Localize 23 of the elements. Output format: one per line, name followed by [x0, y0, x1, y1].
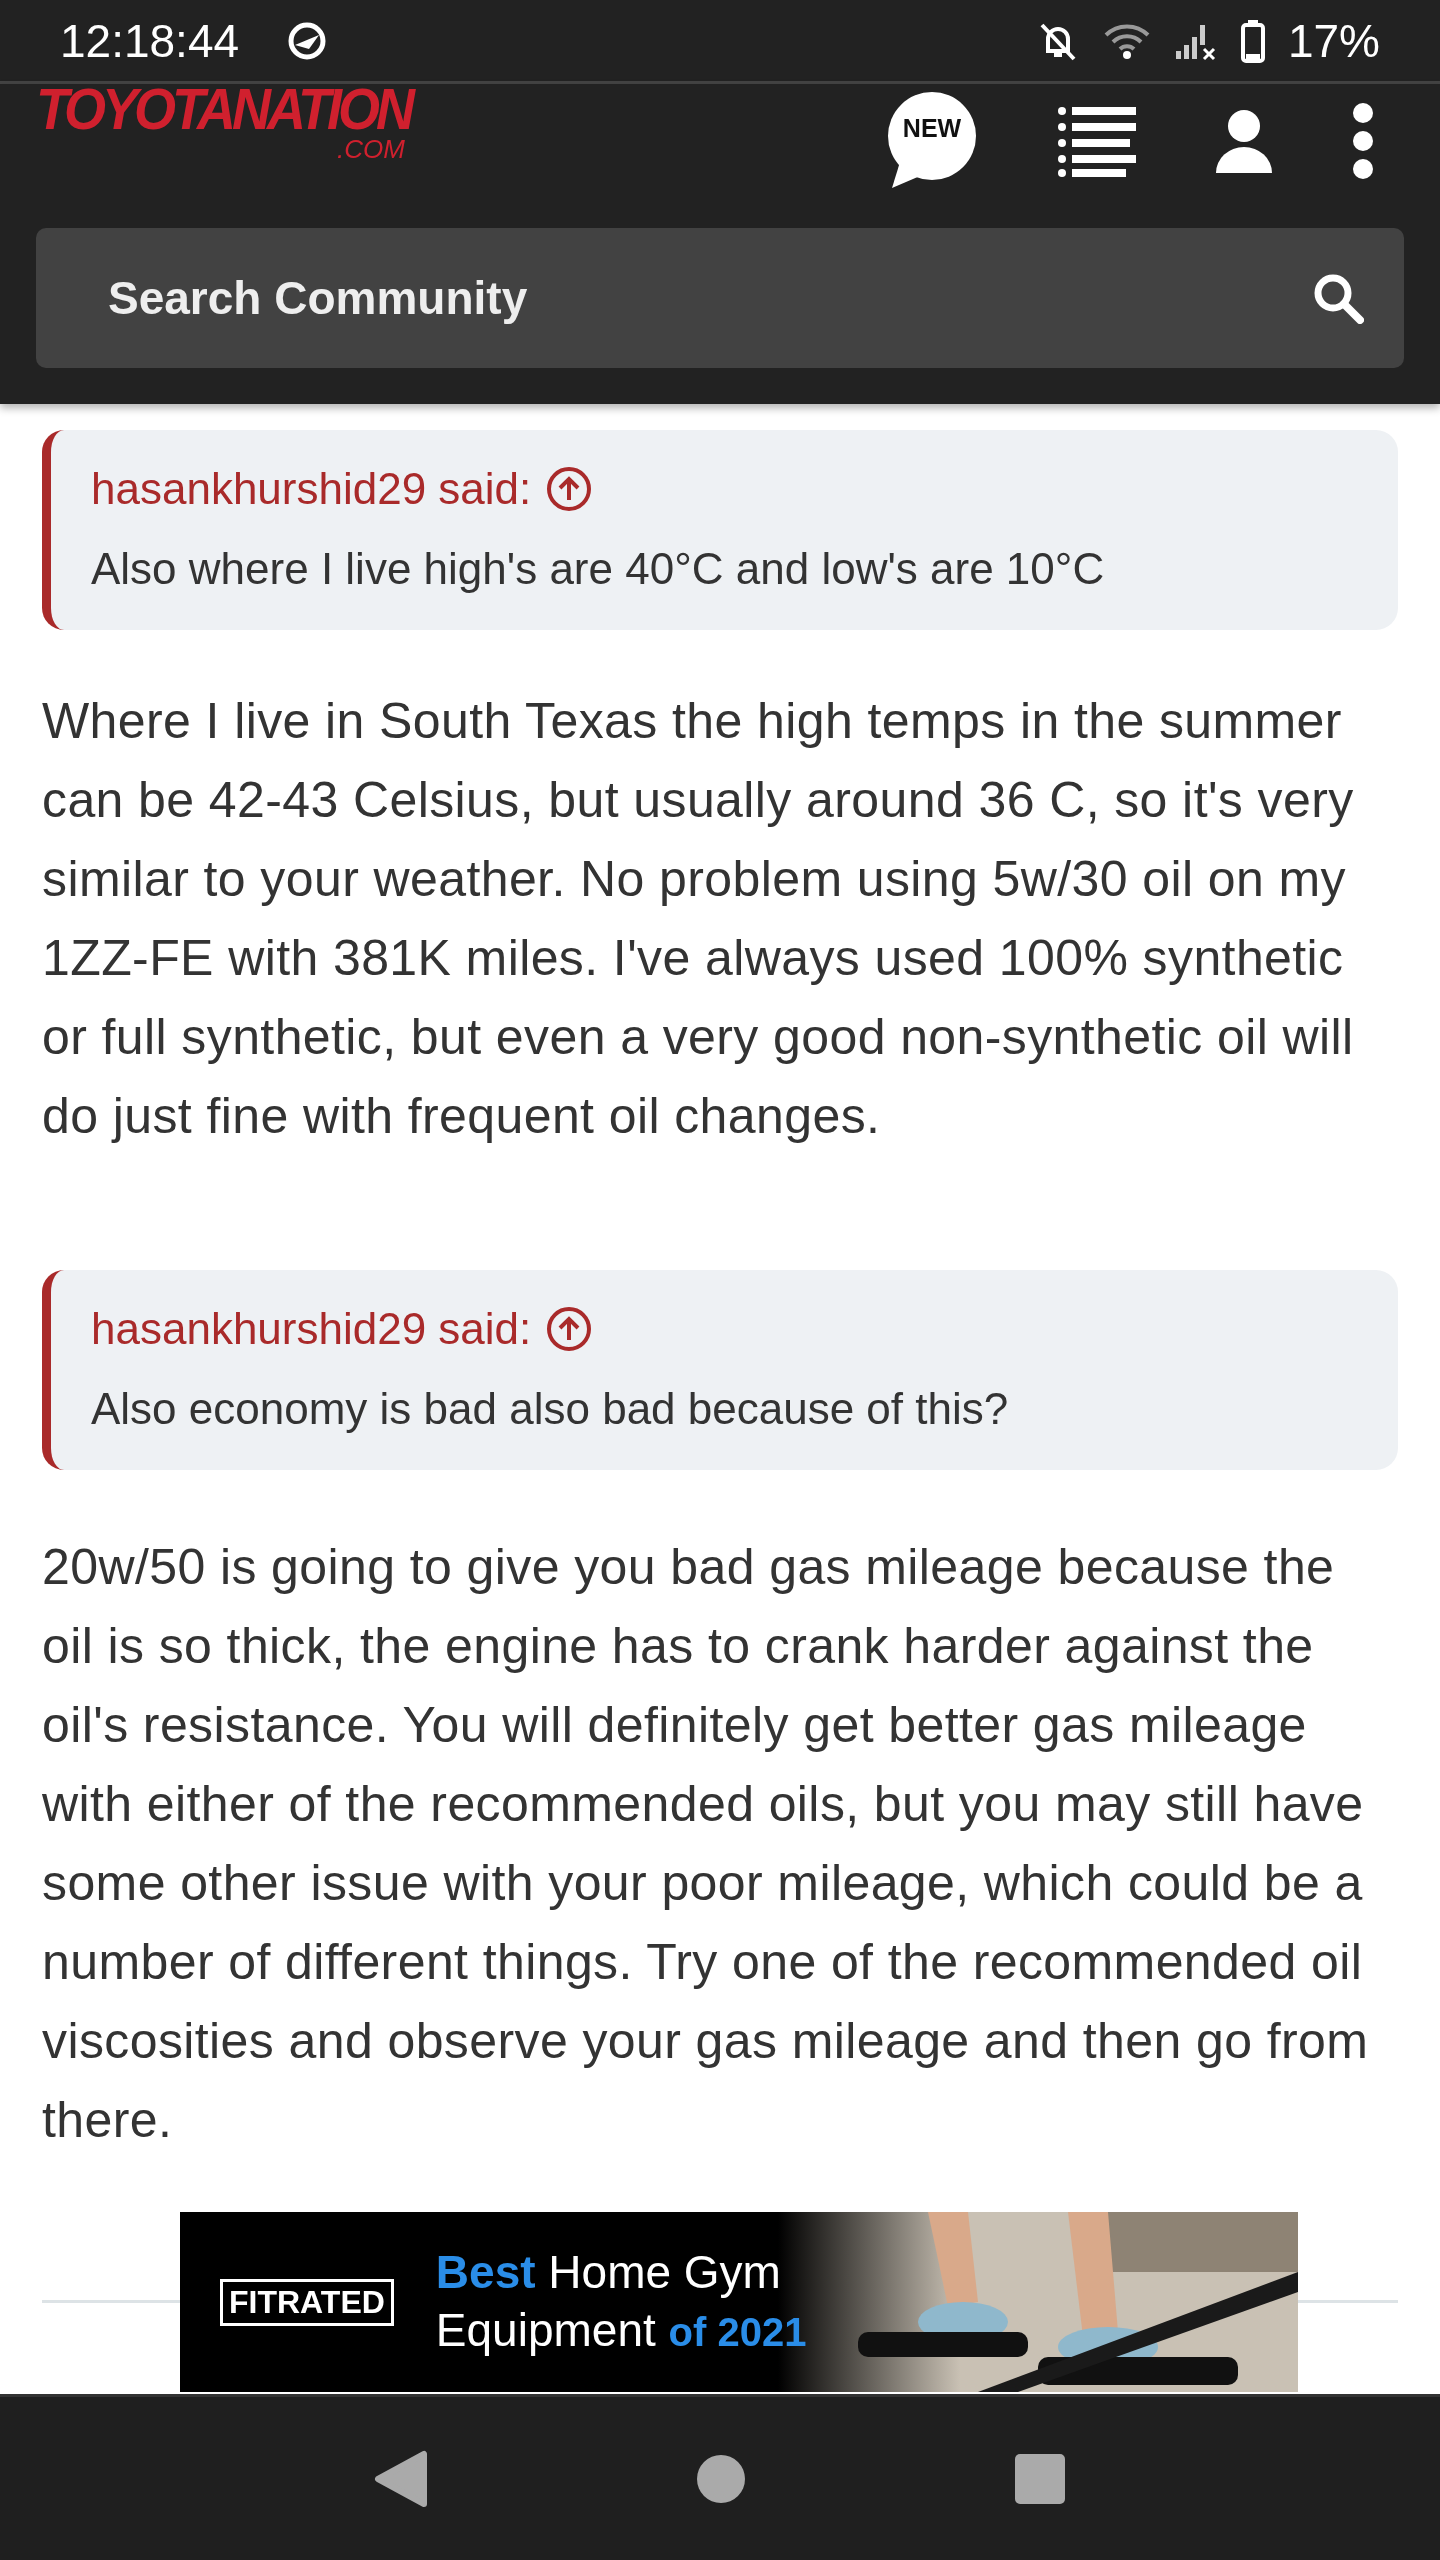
- quote-text: Also economy is bad also bad because of this?: [91, 1384, 1010, 1434]
- back-icon[interactable]: [374, 2449, 428, 2508]
- more-options-icon[interactable]: [1352, 102, 1374, 180]
- quote-author[interactable]: hasankhurshid29 said:: [91, 464, 532, 514]
- home-icon[interactable]: [696, 2453, 746, 2504]
- sync-icon: [287, 20, 328, 61]
- quote-author[interactable]: hasankhurshid29 said:: [91, 1304, 532, 1354]
- battery-icon: [1239, 18, 1266, 63]
- battery-percent: 17%: [1287, 13, 1380, 68]
- brand-logo: FITRATED: [220, 2278, 394, 2326]
- post-text: Where I live in South Texas the high temps in the summer can be 42-43 Celsius, but usually around 36 C, so it's very similar to your weather. No problem using 5w/30 oil on my 1ZZ-FE with 381K miles. I've always used 100% synthetic or full synthetic, but even a very good non-synthetic oil will do just fine with frequent oil changes.: [42, 692, 1355, 1146]
- quote-text: Also where I live high's are 40°C and low's are 10°C: [91, 544, 1106, 594]
- post-text: 20w/50 is going to give you bad gas mileage because the oil is so thick, the engine has to crank harder against the oil's resistance. You will definitely get better gas mileage with either of the recommended oils, but you may still have some other issue with your poor mileage, which could be a number of different things. Try one of the recommended oil viscosities and observe your gas mileage and then go from there.: [42, 1538, 1370, 2150]
- user-icon[interactable]: [1216, 109, 1272, 173]
- arrow-up-circle-icon[interactable]: [545, 1305, 594, 1353]
- recents-icon[interactable]: [1014, 2452, 1066, 2505]
- ad-banner[interactable]: FITRATED Best Home Gym Equipment of 2021: [180, 2212, 1298, 2392]
- arrow-up-circle-icon[interactable]: [545, 465, 594, 513]
- clock-time: 12:18:44: [60, 13, 240, 68]
- search-icon[interactable]: [1312, 272, 1364, 324]
- list-icon[interactable]: [1058, 105, 1136, 177]
- ad-headline: Best Home Gym Equipment of 2021: [435, 2245, 807, 2358]
- search-field[interactable]: Search Community: [36, 228, 1404, 368]
